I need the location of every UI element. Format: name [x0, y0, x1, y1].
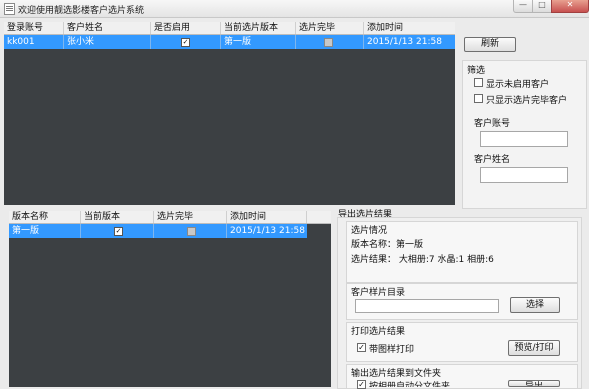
- with-thumb-label: 带图样打印: [369, 345, 415, 355]
- to-folder-title: 输出选片结果到文件夹: [351, 369, 442, 379]
- show-finished-checkbox[interactable]: [474, 94, 483, 103]
- cell-version-name: 第一版: [9, 224, 81, 238]
- show-disabled-label: 显示未启用客户: [486, 80, 550, 90]
- customers-grid[interactable]: 登录账号 客户姓名 是否启用 当前选片版本 选片完毕 添加时间 kk001 张小…: [4, 22, 455, 205]
- maximize-button[interactable]: □: [532, 0, 552, 13]
- minimize-button[interactable]: —: [513, 0, 533, 13]
- cell-added: 2015/1/13 21:58: [367, 37, 442, 47]
- table-row[interactable]: 第一版 ✓ 2015/1/13 21:58: [9, 224, 307, 238]
- name-input[interactable]: [480, 167, 568, 183]
- cell-enabled: ✓: [151, 35, 221, 49]
- close-button[interactable]: ✕: [551, 0, 589, 13]
- name-label: 客户姓名: [474, 155, 511, 165]
- column-header[interactable]: 添加时间: [227, 211, 307, 223]
- auto-folder-checkbox[interactable]: ✓: [357, 380, 366, 389]
- account-input[interactable]: [480, 131, 568, 147]
- sample-dir-title: 客户样片目录: [351, 288, 406, 298]
- show-finished-label: 只显示选片完毕客户: [486, 96, 568, 106]
- column-header[interactable]: 登录账号: [4, 22, 64, 34]
- column-header[interactable]: 版本名称: [9, 211, 81, 223]
- table-row[interactable]: kk001 张小米 ✓ 第一版 2015/1/13 21:58: [4, 35, 455, 49]
- cell-version: 第一版: [221, 35, 296, 49]
- column-header[interactable]: 当前选片版本: [221, 22, 296, 34]
- customers-grid-header: 登录账号 客户姓名 是否启用 当前选片版本 选片完毕 添加时间: [4, 22, 455, 35]
- versions-grid-header: 版本名称 当前版本 选片完毕 添加时间: [9, 211, 331, 224]
- situation-result: 选片结果： 大相册:7 水晶:1 相册:6: [351, 255, 494, 265]
- situation-version: 版本名称：第一版: [351, 240, 424, 250]
- situation-title: 选片情况: [351, 226, 388, 236]
- cell-account: kk001: [4, 35, 64, 49]
- app-document-icon: [4, 3, 15, 15]
- column-header[interactable]: 选片完毕: [154, 211, 227, 223]
- print-title: 打印选片结果: [351, 327, 406, 337]
- versions-grid[interactable]: 版本名称 当前版本 选片完毕 添加时间 第一版 ✓ 2015/1/13 21:5…: [9, 211, 331, 387]
- cell-finished: [154, 224, 227, 238]
- column-header[interactable]: 当前版本: [81, 211, 154, 223]
- auto-folder-label: 按相册自动分文件夹: [369, 382, 451, 387]
- choose-button[interactable]: 选择: [510, 297, 560, 313]
- column-header[interactable]: 是否启用: [151, 22, 221, 34]
- with-thumb-checkbox[interactable]: ✓: [357, 343, 366, 352]
- refresh-button[interactable]: 刷新: [464, 37, 516, 52]
- cell-finished: [296, 35, 364, 49]
- column-header[interactable]: 客户姓名: [64, 22, 151, 34]
- finished-checkbox[interactable]: [324, 38, 333, 47]
- export-output-button[interactable]: 导出: [508, 380, 560, 387]
- current-version-checkbox[interactable]: ✓: [114, 227, 123, 236]
- enabled-checkbox[interactable]: ✓: [181, 38, 190, 47]
- show-disabled-checkbox[interactable]: [474, 78, 483, 87]
- version-finished-checkbox[interactable]: [187, 227, 196, 236]
- sample-dir-input[interactable]: [355, 299, 499, 313]
- preview-print-button[interactable]: 预览/打印: [508, 340, 560, 356]
- cell-name: 张小米: [64, 35, 151, 49]
- account-label: 客户账号: [474, 119, 511, 129]
- column-header[interactable]: 添加时间: [364, 22, 455, 34]
- window-title: 欢迎使用靓选影楼客户选片系统: [18, 6, 145, 16]
- column-header[interactable]: 选片完毕: [296, 22, 364, 34]
- filter-title: 筛选: [467, 66, 486, 76]
- cell-added: 2015/1/13 21:58: [230, 226, 305, 236]
- cell-current: ✓: [81, 224, 154, 238]
